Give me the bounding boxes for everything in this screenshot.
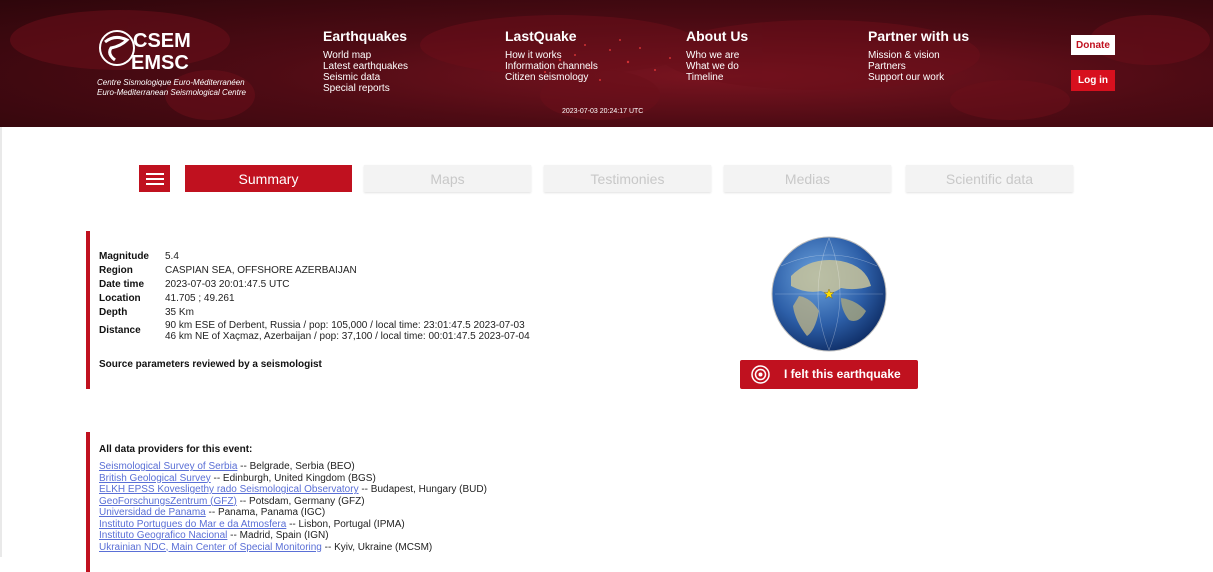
param-value: CASPIAN SEA, OFFSHORE AZERBAIJAN bbox=[165, 265, 357, 276]
list-item: Instituto Portugues do Mar e da Atmosfer… bbox=[99, 519, 487, 531]
tab-summary[interactable]: Summary bbox=[185, 165, 352, 192]
tab-medias[interactable]: Medias bbox=[724, 165, 891, 192]
nav-earthquakes: Earthquakes World map Latest earthquakes… bbox=[323, 28, 408, 94]
param-value: 2023-07-03 20:01:47.5 UTC bbox=[165, 279, 290, 290]
providers-list: Seismological Survey of Serbia -- Belgra… bbox=[99, 461, 487, 553]
nav-link-support-our-work[interactable]: Support our work bbox=[868, 72, 969, 83]
login-button[interactable]: Log in bbox=[1071, 70, 1115, 91]
site-header: CSEM EMSC Centre Sismologique Euro-Médit… bbox=[0, 0, 1213, 127]
list-item: British Geological Survey -- Edinburgh, … bbox=[99, 473, 487, 485]
provider-detail: -- Panama, Panama (IGC) bbox=[205, 507, 326, 518]
provider-detail: -- Edinburgh, United Kingdom (BGS) bbox=[210, 472, 376, 484]
provider-link[interactable]: Seismological Survey of Serbia bbox=[99, 461, 237, 472]
param-value: 35 Km bbox=[165, 307, 194, 318]
provider-detail: -- Budapest, Hungary (BUD) bbox=[358, 484, 487, 495]
felt-earthquake-button[interactable]: I felt this earthquake bbox=[740, 360, 918, 389]
provider-detail: -- Potsdam, Germany (GFZ) bbox=[236, 495, 365, 507]
header-timestamp: 2023-07-03 20:24:17 UTC bbox=[562, 108, 644, 115]
param-row-location: Location 41.705 ; 49.261 bbox=[99, 292, 530, 306]
page-left-edge bbox=[0, 127, 2, 557]
nav-link-mission-vision[interactable]: Mission & vision bbox=[868, 50, 969, 61]
provider-link[interactable]: GeoForschungsZentrum (GFZ) bbox=[99, 496, 237, 507]
data-providers-panel: All data providers for this event: Seism… bbox=[86, 432, 686, 572]
provider-link[interactable]: Universidad de Panama bbox=[99, 507, 206, 518]
param-key: Distance bbox=[99, 325, 141, 336]
param-row-datetime: Date time 2023-07-03 20:01:47.5 UTC bbox=[99, 278, 530, 292]
param-row-magnitude: Magnitude 5.4 bbox=[99, 250, 530, 264]
hamburger-line-icon bbox=[145, 172, 164, 175]
param-value: 5.4 bbox=[165, 251, 179, 262]
nav-title-earthquakes[interactable]: Earthquakes bbox=[323, 28, 408, 44]
provider-detail: -- Belgrade, Serbia (BEO) bbox=[237, 461, 355, 472]
distance-line: 90 km ESE of Derbent, Russia / pop: 105,… bbox=[165, 320, 525, 331]
hamburger-menu-button[interactable] bbox=[139, 165, 170, 192]
nav-link-timeline[interactable]: Timeline bbox=[686, 72, 748, 83]
nav-link-how-it-works[interactable]: How it works bbox=[505, 50, 598, 61]
nav-title-partner-with-us[interactable]: Partner with us bbox=[868, 28, 969, 44]
nav-link-partners[interactable]: Partners bbox=[868, 61, 969, 72]
hamburger-line-icon bbox=[145, 182, 164, 185]
list-item: Universidad de Panama -- Panama, Panama … bbox=[99, 507, 487, 519]
param-key: Magnitude bbox=[99, 251, 149, 262]
nav-link-special-reports[interactable]: Special reports bbox=[323, 83, 408, 94]
event-summary-panel: Magnitude 5.4 Region CASPIAN SEA, OFFSHO… bbox=[86, 231, 586, 389]
distance-line: 46 km NE of Xaçmaz, Azerbaijan / pop: 37… bbox=[165, 331, 530, 342]
provider-link[interactable]: ELKH EPSS Kovesligethy rado Seismologica… bbox=[99, 484, 359, 495]
logo-emsc-text: EMSC bbox=[131, 52, 189, 74]
param-key: Region bbox=[99, 265, 133, 276]
param-row-region: Region CASPIAN SEA, OFFSHORE AZERBAIJAN bbox=[99, 264, 530, 278]
param-value: 90 km ESE of Derbent, Russia / pop: 105,… bbox=[165, 320, 530, 342]
reviewed-note: Source parameters reviewed by a seismolo… bbox=[99, 359, 322, 370]
param-key: Location bbox=[99, 293, 141, 304]
event-parameters-table: Magnitude 5.4 Region CASPIAN SEA, OFFSHO… bbox=[99, 250, 530, 342]
param-key: Depth bbox=[99, 307, 128, 318]
param-row-distance: Distance 90 km ESE of Derbent, Russia / … bbox=[99, 320, 530, 342]
nav-link-seismic-data[interactable]: Seismic data bbox=[323, 72, 408, 83]
provider-link[interactable]: Instituto Geografico Nacional bbox=[99, 530, 227, 541]
nav-link-information-channels[interactable]: Information channels bbox=[505, 61, 598, 72]
nav-title-about-us[interactable]: About Us bbox=[686, 28, 748, 44]
list-item: Seismological Survey of Serbia -- Belgra… bbox=[99, 461, 487, 473]
nav-link-latest-earthquakes[interactable]: Latest earthquakes bbox=[323, 61, 408, 72]
logo-subtitle-en: Euro-Mediterranean Seismological Centre bbox=[97, 88, 246, 97]
list-item: Instituto Geografico Nacional -- Madrid,… bbox=[99, 530, 487, 542]
nav-partner-with-us: Partner with us Mission & vision Partner… bbox=[868, 28, 969, 83]
nav-link-what-we-do[interactable]: What we do bbox=[686, 61, 748, 72]
nav-title-lastquake[interactable]: LastQuake bbox=[505, 28, 598, 44]
list-item: Ukrainian NDC, Main Center of Special Mo… bbox=[99, 542, 487, 554]
felt-button-label: I felt this earthquake bbox=[784, 367, 901, 381]
provider-link[interactable]: Ukrainian NDC, Main Center of Special Mo… bbox=[99, 542, 322, 553]
epicenter-globe bbox=[771, 236, 887, 352]
param-row-depth: Depth 35 Km bbox=[99, 306, 530, 320]
provider-link[interactable]: Instituto Portugues do Mar e da Atmosfer… bbox=[99, 519, 286, 530]
provider-detail: -- Madrid, Spain (IGN) bbox=[227, 530, 329, 541]
param-value: 41.705 ; 49.261 bbox=[165, 293, 235, 304]
hamburger-line-icon bbox=[145, 177, 164, 180]
provider-detail: -- Kyiv, Ukraine (MCSM) bbox=[321, 541, 433, 553]
nav-lastquake: LastQuake How it works Information chann… bbox=[505, 28, 598, 83]
tab-testimonies[interactable]: Testimonies bbox=[544, 165, 711, 192]
emsc-logo[interactable]: CSEM EMSC Centre Sismologique Euro-Médit… bbox=[97, 28, 277, 100]
nav-about-us: About Us Who we are What we do Timeline bbox=[686, 28, 748, 83]
tab-maps[interactable]: Maps bbox=[364, 165, 531, 192]
provider-link[interactable]: British Geological Survey bbox=[99, 473, 211, 484]
list-item: GeoForschungsZentrum (GFZ) -- Potsdam, G… bbox=[99, 496, 487, 508]
nav-link-world-map[interactable]: World map bbox=[323, 50, 408, 61]
param-key: Date time bbox=[99, 279, 145, 290]
list-item: ELKH EPSS Kovesligethy rado Seismologica… bbox=[99, 484, 487, 496]
donate-button[interactable]: Donate bbox=[1071, 35, 1115, 55]
providers-title: All data providers for this event: bbox=[99, 444, 253, 455]
tab-scientific-data[interactable]: Scientific data bbox=[906, 165, 1073, 192]
provider-detail: -- Lisbon, Portugal (IPMA) bbox=[286, 518, 405, 530]
nav-link-citizen-seismology[interactable]: Citizen seismology bbox=[505, 72, 598, 83]
logo-csem-text: CSEM bbox=[133, 30, 191, 52]
seismic-wave-icon bbox=[751, 365, 770, 384]
nav-link-who-we-are[interactable]: Who we are bbox=[686, 50, 748, 61]
logo-subtitle-fr: Centre Sismologique Euro-Méditerranéen bbox=[97, 78, 245, 87]
